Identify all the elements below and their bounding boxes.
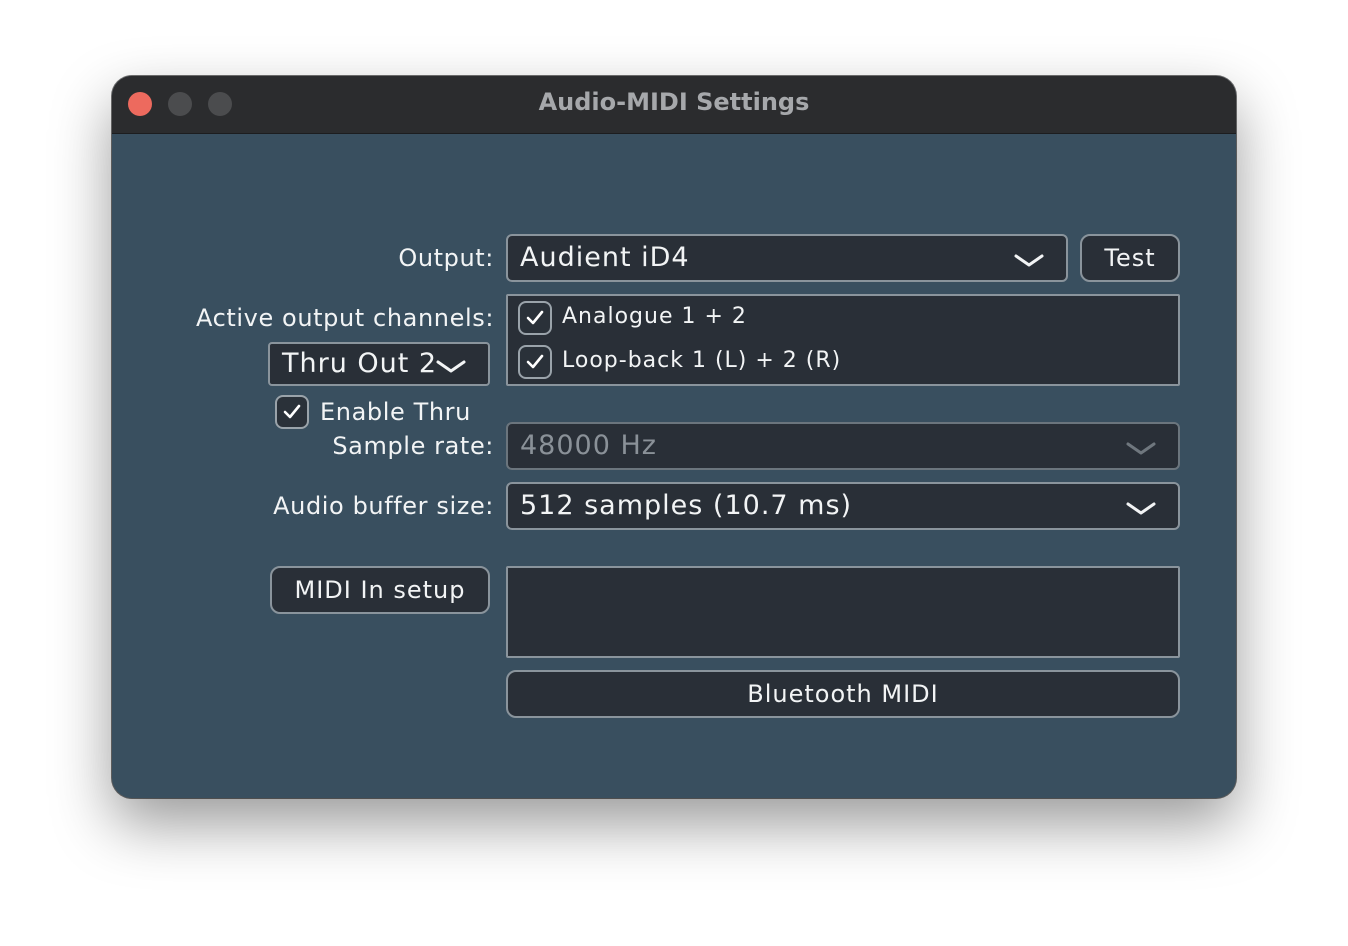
output-device-value: Audient iD4	[520, 242, 690, 273]
test-button[interactable]: Test	[1080, 234, 1180, 282]
enable-thru-checkbox[interactable]	[275, 395, 309, 429]
title-bar[interactable]: Audio-MIDI Settings	[112, 76, 1236, 134]
settings-window: Audio-MIDI Settings Output: Audient iD4 …	[112, 76, 1236, 798]
channel-2-label: Loop-back 1 (L) + 2 (R)	[562, 348, 842, 373]
buffer-size-value: 512 samples (10.7 ms)	[520, 490, 853, 521]
output-device-dropdown[interactable]: Audient iD4	[506, 234, 1068, 282]
chevron-down-icon	[436, 360, 466, 374]
channel-2-checkbox[interactable]	[518, 345, 552, 379]
bluetooth-midi-button[interactable]: Bluetooth MIDI	[506, 670, 1180, 718]
midi-inputs-list[interactable]	[506, 566, 1180, 658]
checkmark-icon	[283, 404, 301, 419]
window-title: Audio-MIDI Settings	[538, 88, 810, 116]
output-label: Output:	[398, 244, 494, 272]
chevron-down-icon	[1126, 442, 1156, 456]
active-channels-label: Active output channels:	[195, 304, 494, 332]
thru-out-dropdown[interactable]: Thru Out 2	[268, 342, 490, 386]
chevron-down-icon	[1014, 254, 1044, 268]
channel-1-checkbox[interactable]	[518, 301, 552, 335]
sample-rate-value: 48000 Hz	[520, 430, 657, 461]
checkmark-icon	[526, 354, 544, 369]
checkmark-icon	[526, 310, 544, 325]
enable-thru-label: Enable Thru	[320, 398, 471, 426]
thru-out-value: Thru Out 2	[282, 348, 438, 379]
channel-1-label: Analogue 1 + 2	[562, 304, 747, 329]
sample-rate-label: Sample rate:	[332, 432, 494, 460]
chevron-down-icon	[1126, 502, 1156, 516]
active-channels-list: Analogue 1 + 2 Loop-back 1 (L) + 2 (R)	[506, 294, 1180, 386]
buffer-size-dropdown[interactable]: 512 samples (10.7 ms)	[506, 482, 1180, 530]
buffer-size-label: Audio buffer size:	[273, 492, 494, 520]
sample-rate-dropdown[interactable]: 48000 Hz	[506, 422, 1180, 470]
midi-in-setup-button[interactable]: MIDI In setup	[270, 566, 490, 614]
